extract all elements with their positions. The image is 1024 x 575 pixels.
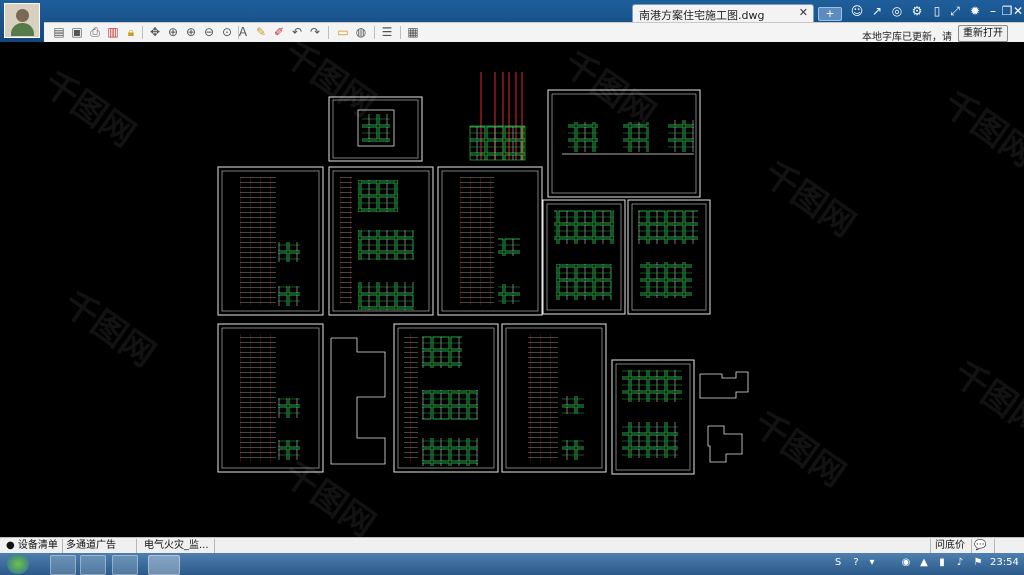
drawing-canvas[interactable]: 千图网 千图网 千图网 千图网 千图网 千图网 千图网 千图网 千图网	[0, 42, 1024, 537]
user-avatar[interactable]	[4, 3, 40, 38]
building-outline[interactable]	[330, 337, 386, 465]
tray-app-icon[interactable]: ◉	[900, 557, 912, 569]
close-tab-icon[interactable]: ✕	[799, 6, 808, 19]
unit-plan-sheet-2[interactable]	[627, 199, 711, 315]
layers-icon[interactable]: ☰	[380, 25, 394, 39]
fullscreen-icon[interactable]: ⤢	[948, 4, 962, 18]
taskbar: S ? ▾ ◉ ▲ ▮ ♪ ⚑ 23:54	[0, 553, 1024, 575]
settings-sync-icon[interactable]: ⚙	[910, 4, 924, 18]
floor-plan-sheet-5[interactable]	[393, 323, 499, 473]
document-tab[interactable]: 南港方案住宅施工图.dwg ✕	[632, 4, 814, 22]
outline-plan-2[interactable]	[707, 425, 743, 463]
font-status-text: 本地字库已更新，请	[862, 32, 952, 43]
markup-icon[interactable]: ✐	[272, 25, 286, 39]
taskbar-explorer-icon[interactable]	[50, 555, 76, 575]
flag-icon[interactable]: ⚑	[972, 557, 984, 569]
clock: 23:54	[990, 557, 1019, 568]
taskbar-archive-icon[interactable]	[112, 555, 138, 575]
zoom-out-icon[interactable]: ⊖	[202, 25, 216, 39]
volume-icon[interactable]: ♪	[954, 557, 966, 569]
document-bar: ● 设备清单 多通道广告字... 电气火灾_监... 问底价 💬	[0, 537, 1024, 565]
floor-plan-sheet-3[interactable]	[437, 166, 543, 316]
chat-icon[interactable]: ◎	[890, 4, 904, 18]
start-button[interactable]	[7, 554, 29, 574]
chat-bubble-icon[interactable]: 💬	[970, 539, 995, 553]
title-bar: 南港方案住宅施工图.dwg ✕ + ☺ ↗ ◎ ⚙ ▯ ⤢ ✹ – ❐ ✕ ▤ …	[0, 0, 1024, 43]
toolbar-divider	[374, 26, 375, 39]
floor-plan-sheet-1[interactable]	[217, 166, 324, 316]
toolbar: ▤ ▣ ⎙ ▥ 🔒︎ ✥ ⊕ ⊕ ⊖ ⊙ Ａ ✎ ✐ ↶ ↷ ▭ ◍ ☰ ▦ 本…	[44, 22, 1024, 43]
undo-icon[interactable]: ↶	[290, 25, 304, 39]
help-icon[interactable]: ?	[850, 557, 862, 569]
phone-icon[interactable]: ▯	[930, 4, 944, 18]
pan-icon[interactable]: ✥	[148, 25, 162, 39]
doc-tab-2[interactable]: 多通道广告字...	[62, 539, 137, 565]
document-tab-title: 南港方案住宅施工图.dwg	[639, 9, 765, 22]
floor-plan-sheet-6[interactable]	[501, 323, 607, 473]
gear-icon[interactable]: ✹	[968, 4, 982, 18]
lock-icon[interactable]: 🔒︎	[124, 25, 138, 39]
doc-tab-1[interactable]: ● 设备清单	[2, 539, 63, 553]
ask-price-button[interactable]: 问底价	[930, 539, 972, 553]
close-window-icon[interactable]: ✕	[1012, 4, 1024, 18]
toolbar-divider	[328, 26, 329, 39]
text-icon[interactable]: Ａ	[236, 25, 250, 39]
new-tab-button[interactable]: +	[818, 7, 842, 21]
reopen-button[interactable]: 重新打开	[958, 25, 1008, 42]
measure-icon[interactable]: ▭	[336, 25, 350, 39]
save-icon[interactable]: ▣	[70, 25, 84, 39]
signal-icon[interactable]: ▮	[936, 557, 948, 569]
share-icon[interactable]: ↗	[870, 4, 884, 18]
color-icon[interactable]: ◍	[354, 25, 368, 39]
unit-plan-sheet-1[interactable]	[542, 199, 626, 315]
zoom-in-icon[interactable]: ⊕	[184, 25, 198, 39]
toolbar-divider	[400, 26, 401, 39]
taskbar-cad-viewer-icon[interactable]	[148, 555, 180, 575]
elevation-sheet-small[interactable]	[328, 96, 423, 162]
toolbar-divider	[142, 26, 143, 39]
outline-plan-1[interactable]	[699, 371, 749, 399]
redo-icon[interactable]: ↷	[308, 25, 322, 39]
pdf-icon[interactable]: ▥	[106, 25, 120, 39]
taskbar-app-icon[interactable]	[80, 555, 106, 575]
ime-icon[interactable]: S	[832, 557, 844, 569]
tray-arrow-icon[interactable]: ▾	[866, 557, 878, 569]
minimize-icon[interactable]: –	[986, 4, 1000, 18]
floor-plan-sheet-4[interactable]	[217, 323, 324, 473]
print-icon[interactable]: ⎙	[88, 25, 102, 39]
cad-drawing	[217, 72, 749, 475]
pencil-icon[interactable]: ✎	[254, 25, 268, 39]
zoom-window-icon[interactable]: ⊕	[166, 25, 180, 39]
floor-plan-sheet-2[interactable]	[328, 166, 434, 316]
elevation-sheet-large[interactable]	[547, 89, 701, 198]
open-folder-icon[interactable]: ▤	[52, 25, 66, 39]
section-drawing[interactable]	[469, 72, 526, 161]
doc-tab-3[interactable]: 电气火灾_监...	[140, 539, 215, 553]
tray-network-status-icon[interactable]: ▲	[918, 557, 930, 569]
zoom-extents-icon[interactable]: ⊙	[220, 25, 234, 39]
users-icon[interactable]: ☺	[850, 4, 864, 18]
properties-icon[interactable]: ▦	[406, 25, 420, 39]
unit-plan-sheet-3[interactable]	[611, 359, 695, 475]
